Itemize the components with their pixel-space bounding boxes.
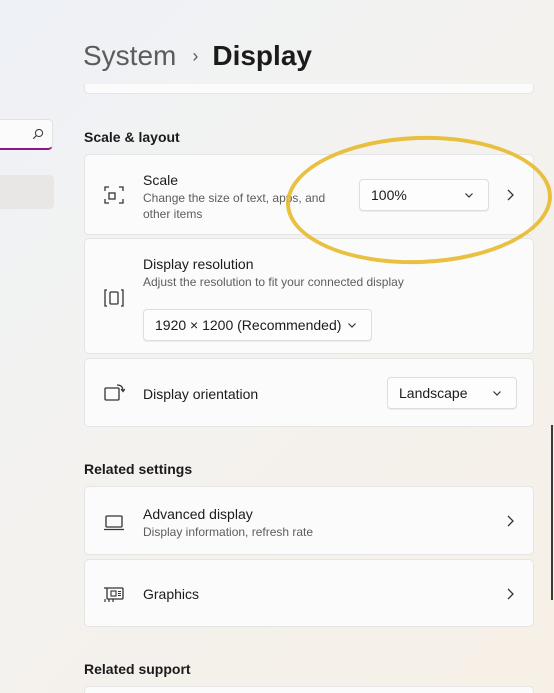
orientation-icon — [104, 384, 125, 401]
resolution-description: Adjust the resolution to fit your connec… — [143, 275, 404, 289]
section-title-related-settings: Related settings — [84, 461, 193, 477]
monitor-icon — [104, 515, 124, 531]
graphics-card[interactable]: Graphics — [84, 559, 534, 627]
section-title-related-support: Related support — [84, 661, 191, 677]
related-support-card[interactable] — [84, 686, 534, 693]
search-icon — [32, 128, 44, 140]
gpu-icon — [104, 587, 124, 602]
breadcrumb-parent[interactable]: System — [83, 40, 176, 72]
advanced-display-card[interactable]: Advanced display Display information, re… — [84, 486, 534, 555]
advanced-display-title: Advanced display — [143, 506, 253, 522]
resolution-title: Display resolution — [143, 256, 254, 272]
scale-icon — [104, 186, 124, 204]
page-title: Display — [212, 40, 312, 71]
chevron-right-icon — [507, 515, 514, 527]
scale-description-line2: other items — [143, 207, 203, 221]
orientation-value: Landscape — [399, 385, 468, 401]
scale-title: Scale — [143, 172, 179, 188]
nav-item-selected[interactable] — [0, 175, 54, 209]
previous-card — [84, 84, 534, 94]
chevron-right-icon — [507, 588, 514, 600]
breadcrumb-separator: › — [192, 45, 199, 66]
orientation-dropdown[interactable]: Landscape — [387, 377, 517, 409]
resolution-dropdown[interactable]: 1920 × 1200 (Recommended) — [143, 309, 372, 341]
advanced-display-description: Display information, refresh rate — [143, 525, 314, 539]
breadcrumb: System › Display — [83, 36, 312, 76]
resolution-icon — [104, 289, 124, 307]
chevron-down-icon — [493, 391, 501, 396]
orientation-title: Display orientation — [143, 386, 259, 402]
orientation-card: Display orientation Landscape — [84, 358, 534, 427]
section-title-scale-layout: Scale & layout — [84, 129, 180, 145]
scrollbar-thumb[interactable] — [551, 425, 553, 600]
nav-search-input[interactable] — [0, 119, 53, 150]
resolution-value: 1920 × 1200 (Recommended) — [155, 317, 342, 333]
graphics-title: Graphics — [143, 586, 200, 602]
chevron-down-icon — [348, 323, 356, 328]
